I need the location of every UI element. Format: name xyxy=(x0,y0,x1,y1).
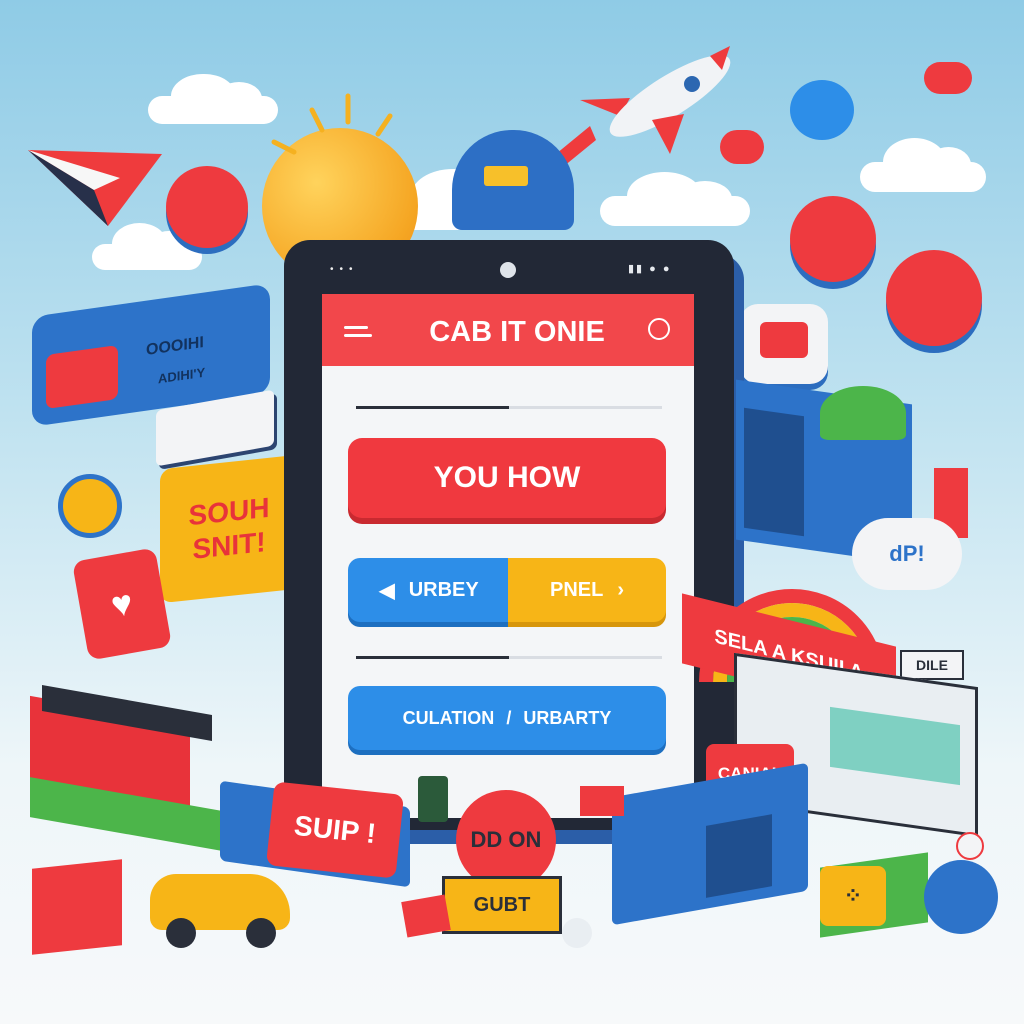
progress-bar-top xyxy=(356,406,662,409)
cloud-sign-text: dP! xyxy=(889,541,925,566)
dice-icon: ⁘ xyxy=(820,866,886,926)
main-button[interactable]: YOU HOW xyxy=(348,438,666,518)
bottom-button-right-label: URBARTY xyxy=(523,707,612,728)
app-header: CAB IT ONIE xyxy=(322,294,694,366)
small-sign-right-text: DILE xyxy=(916,657,948,673)
yellow-sign: SOUH SNIT! xyxy=(160,454,298,604)
red-sign-text: SUIP ! xyxy=(292,809,378,850)
coin-icon xyxy=(58,474,122,538)
red-sign: SUIP ! xyxy=(265,781,405,879)
chat-bubble-inner-icon xyxy=(760,322,808,358)
car-wheel-rear-icon xyxy=(246,918,276,948)
balloon-pin-far-right-icon xyxy=(886,250,982,346)
app-title: CAB IT ONIE xyxy=(429,316,605,348)
left-button[interactable]: ◀ URBEY xyxy=(348,558,510,622)
yellow-box: GUBT xyxy=(442,876,562,934)
green-can-icon xyxy=(418,776,448,822)
small-sign-right: DILE xyxy=(900,650,964,680)
chevron-right-icon: › xyxy=(617,578,624,601)
white-ball-icon xyxy=(562,918,592,948)
signal-icon: ▮▮ ● ● xyxy=(628,263,672,275)
pill-red-small-icon xyxy=(720,130,764,164)
menu-icon[interactable] xyxy=(344,326,372,340)
balloon-pin-right-icon xyxy=(790,196,876,282)
exclaim-pin-icon xyxy=(956,832,984,860)
sun-rays-icon xyxy=(271,93,393,155)
status-dots: ••• xyxy=(330,264,359,275)
right-button-label: PNEL xyxy=(549,578,604,601)
progress-bar-bottom xyxy=(356,656,662,659)
paper-plane-icon xyxy=(28,150,162,226)
blue-ball-icon xyxy=(924,860,998,934)
progress-fill-top xyxy=(356,406,509,409)
plant-icon xyxy=(820,386,906,440)
red-ball-text: DD ON xyxy=(470,827,542,852)
dome-window-icon xyxy=(484,166,528,186)
progress-fill-bottom xyxy=(356,656,509,659)
cloud-left-low xyxy=(92,223,202,270)
shop-door xyxy=(706,814,772,898)
red-ball-sign: DD ON xyxy=(456,790,556,890)
flag-icon xyxy=(580,786,624,816)
bottom-button[interactable]: CULATION / URBARTY xyxy=(348,686,666,750)
red-small-card-icon xyxy=(401,894,451,938)
speech-bubble-top-right-icon xyxy=(790,80,854,140)
camera-icon xyxy=(500,262,516,278)
globe-icon[interactable] xyxy=(648,318,670,340)
cloud-right xyxy=(860,138,986,192)
left-button-label: URBEY xyxy=(408,578,479,601)
pill-red-icon xyxy=(924,62,972,94)
chevron-left-icon: ◀ xyxy=(379,579,395,602)
yellow-sign-line2: SNIT! xyxy=(192,526,266,565)
cloud-center-right xyxy=(600,172,750,226)
red-cube-icon xyxy=(32,859,122,955)
left-card-red-panel xyxy=(46,344,118,410)
yellow-box-text: GUBT xyxy=(473,893,531,916)
heart-card: ♥ xyxy=(71,547,173,661)
phone-screen: CAB IT ONIE YOU HOW ◀ URBEY PNEL › CULAT… xyxy=(322,294,694,818)
billboard-screen xyxy=(744,407,804,537)
bottom-button-left-label: CULATION xyxy=(402,707,495,728)
car-wheel-front-icon xyxy=(166,918,196,948)
balloon-pin-left-icon xyxy=(166,166,248,248)
right-button[interactable]: PNEL › xyxy=(508,558,666,622)
bottom-button-separator: / xyxy=(506,707,512,728)
